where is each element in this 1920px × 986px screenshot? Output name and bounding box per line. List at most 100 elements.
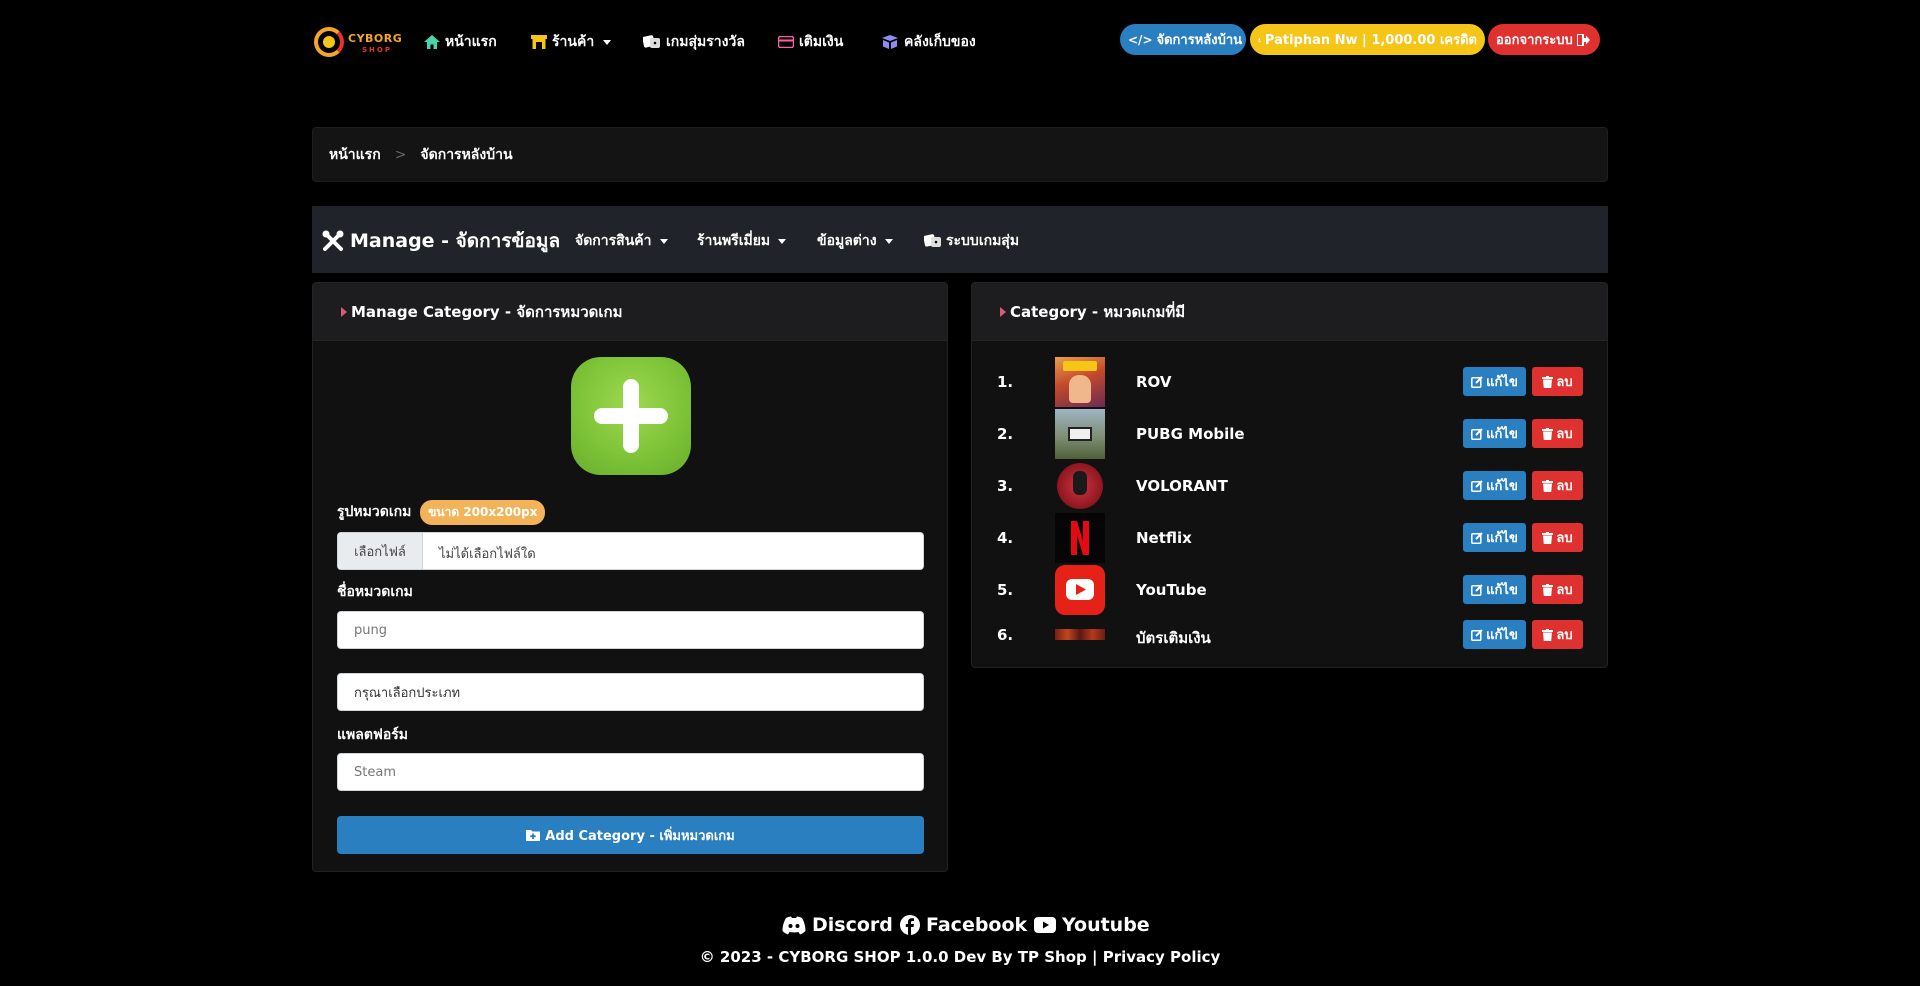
house-icon	[424, 35, 440, 49]
nav-topup-label: เติมเงิน	[799, 34, 844, 50]
edit-label: แก้ไข	[1486, 479, 1518, 494]
edit-button[interactable]: แก้ไข	[1463, 620, 1526, 649]
admin-panel-label: จัดการหลังบ้าน	[1156, 33, 1243, 48]
copyright-text: © 2023 - CYBORG SHOP 1.0.0 Dev By TP Sho…	[699, 948, 1098, 966]
rov-thumbnail	[1055, 357, 1105, 407]
item-number: 2.	[997, 425, 1014, 443]
code-icon: </>	[1128, 32, 1153, 47]
logout-label: ออกจากระบบ	[1496, 33, 1573, 48]
sign-out-icon	[1576, 33, 1590, 46]
delete-label: ลบ	[1556, 479, 1573, 494]
copyright: © 2023 - CYBORG SHOP 1.0.0 Dev By TP Sho…	[0, 948, 1920, 966]
privacy-policy-link[interactable]: Privacy Policy	[1103, 948, 1221, 966]
cyborg-shop-logo[interactable]: CYBORG SHOP	[312, 24, 404, 60]
netflix-logo-icon	[1071, 521, 1089, 555]
menu-lucky-system[interactable]: ระบบเกมสุ่ม	[924, 230, 1019, 252]
nav-shop-label: ร้านค้า	[552, 34, 595, 50]
add-category-button[interactable]: Add Category - เพิ่มหมวดเกม	[337, 816, 924, 854]
plus-icon-vertical	[623, 379, 639, 453]
category-list-header: Category - หมวดเกมที่มี	[972, 283, 1607, 341]
edit-label: แก้ไข	[1486, 427, 1518, 442]
breadcrumb-home[interactable]: หน้าแรก	[329, 144, 381, 166]
trash-icon	[1542, 427, 1554, 440]
edit-button[interactable]: แก้ไข	[1463, 523, 1526, 552]
rov-badge-shape	[1063, 361, 1097, 371]
topup-card-thumbnail	[1055, 629, 1105, 640]
category-name-input[interactable]: pung	[337, 611, 924, 649]
valorant-thumbnail	[1055, 461, 1105, 511]
category-name-placeholder: pung	[354, 622, 387, 638]
youtube-link[interactable]: Youtube	[1034, 911, 1150, 939]
discord-link[interactable]: Discord	[782, 911, 893, 939]
logo-name: CYBORG	[348, 32, 403, 45]
youtube-thumbnail	[1055, 565, 1105, 615]
nav-topup[interactable]: เติมเงิน	[778, 31, 843, 53]
discord-label: Discord	[812, 914, 893, 936]
breadcrumb: หน้าแรก > จัดการหลังบ้าน	[312, 127, 1608, 182]
menu-lucky-system-label: ระบบเกมสุ่ม	[946, 233, 1020, 249]
item-number: 5.	[997, 581, 1014, 599]
edit-label: แก้ไข	[1486, 375, 1518, 390]
menu-manage-products[interactable]: จัดการสินค้า	[575, 230, 668, 252]
item-name: PUBG Mobile	[1136, 425, 1245, 443]
list-item: 2. PUBG Mobile แก้ไข ลบ	[972, 409, 1607, 461]
menu-misc-data[interactable]: ข้อมูลต่าง	[817, 230, 893, 252]
dice-icon	[924, 234, 941, 247]
category-image-preview[interactable]	[571, 357, 691, 475]
platform-input[interactable]: Steam	[337, 753, 924, 791]
delete-button[interactable]: ลบ	[1532, 419, 1583, 448]
file-input[interactable]: เลือกไฟล์ ไม่ได้เลือกไฟล์ใด	[337, 532, 924, 570]
item-number: 6.	[997, 626, 1014, 644]
delete-button[interactable]: ลบ	[1532, 471, 1583, 500]
edit-label: แก้ไข	[1486, 628, 1518, 643]
item-number: 4.	[997, 529, 1014, 547]
item-name: Netflix	[1136, 529, 1192, 547]
user-credit-button[interactable]: Patiphan Nw | 1,000.00 เครดิต	[1250, 24, 1485, 55]
edit-button[interactable]: แก้ไข	[1463, 471, 1526, 500]
admin-panel-button[interactable]: </> จัดการหลังบ้าน	[1120, 24, 1246, 55]
category-image-label-text: รูปหมวดเกม	[337, 504, 412, 520]
box-icon	[882, 35, 898, 49]
top-navbar: CYBORG SHOP หน้าแรก ร้านค้า เกมสุ่มรางวั…	[312, 20, 1608, 64]
menu-premium-shop-label: ร้านพรีเมี่ยม	[697, 233, 771, 249]
logout-button[interactable]: ออกจากระบบ	[1488, 24, 1600, 55]
facebook-link[interactable]: Facebook	[900, 911, 1027, 939]
menu-misc-data-label: ข้อมูลต่าง	[817, 233, 877, 249]
delete-button[interactable]: ลบ	[1532, 367, 1583, 396]
nav-inventory[interactable]: คลังเก็บของ	[881, 31, 976, 53]
edit-button[interactable]: แก้ไข	[1463, 419, 1526, 448]
delete-button[interactable]: ลบ	[1532, 523, 1583, 552]
chevron-down-icon	[884, 238, 893, 244]
trash-icon	[1542, 583, 1554, 596]
nav-shop[interactable]: ร้านค้า	[531, 31, 612, 53]
menu-premium-shop[interactable]: ร้านพรีเมี่ยม	[697, 230, 787, 252]
list-item: 5. YouTube แก้ไข ลบ	[972, 565, 1607, 617]
tools-icon	[322, 230, 344, 251]
category-type-value: กรุณาเลือกประเภท	[354, 685, 461, 701]
netflix-thumbnail	[1055, 513, 1105, 563]
nav-lucky-game[interactable]: เกมสุ่มรางวัล	[643, 31, 745, 53]
chevron-down-icon	[659, 238, 668, 244]
trash-icon	[1542, 531, 1554, 544]
item-number: 3.	[997, 477, 1014, 495]
edit-icon	[1471, 375, 1483, 388]
item-name: บัตรเติมเงิน	[1136, 629, 1211, 647]
menu-manage-products-label: จัดการสินค้า	[575, 233, 652, 249]
trash-icon	[1542, 479, 1554, 492]
dice-icon	[643, 35, 660, 48]
user-icon	[1258, 37, 1261, 42]
add-category-label: Add Category - เพิ่มหมวดเกม	[545, 828, 735, 844]
logo-dot	[323, 36, 335, 48]
category-name-label: ชื่อหมวดเกม	[337, 584, 413, 600]
nav-home[interactable]: หน้าแรก	[424, 31, 497, 53]
user-credit-label: Patiphan Nw | 1,000.00 เครดิต	[1264, 33, 1477, 48]
delete-button[interactable]: ลบ	[1532, 620, 1583, 649]
category-type-select[interactable]: กรุณาเลือกประเภท	[337, 673, 924, 711]
delete-label: ลบ	[1556, 583, 1573, 598]
delete-button[interactable]: ลบ	[1532, 575, 1583, 604]
choose-file-button[interactable]: เลือกไฟล์	[338, 533, 423, 569]
manage-category-header: Manage Category - จัดการหมวดเกม	[313, 283, 947, 341]
manage-category-title: Manage Category - จัดการหมวดเกม	[351, 302, 623, 321]
edit-button[interactable]: แก้ไข	[1463, 575, 1526, 604]
edit-button[interactable]: แก้ไข	[1463, 367, 1526, 396]
